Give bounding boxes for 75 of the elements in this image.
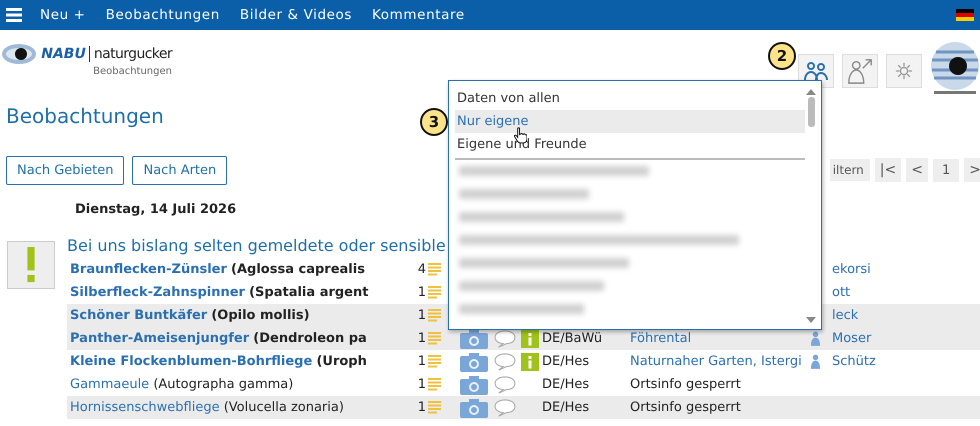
region-text: DE/BaWü bbox=[542, 331, 602, 346]
count-text: 1 bbox=[416, 331, 426, 346]
nav-link[interactable]: Beobachtungen bbox=[106, 7, 220, 23]
count-text: 4 bbox=[416, 262, 426, 277]
species-name[interactable]: Panther-Ameisenjungfer (Dendroleon pa bbox=[70, 331, 404, 346]
date-heading: Dienstag, 14 Juli 2026 bbox=[74, 201, 236, 219]
speech-bubble-icon[interactable] bbox=[494, 352, 516, 370]
species-name[interactable]: Braunflecken-Zünsler (Aglossa caprealis bbox=[70, 262, 404, 277]
observer-link[interactable]: ott bbox=[832, 285, 850, 300]
scroll-up-arrow-icon[interactable] bbox=[806, 89, 816, 95]
brand-name: NABU bbox=[41, 46, 90, 62]
menu-option[interactable]: Nur eigene bbox=[455, 110, 805, 133]
next-page-button[interactable]: > bbox=[964, 158, 980, 182]
filter-button[interactable]: iltern bbox=[830, 159, 870, 181]
info-icon[interactable] bbox=[521, 330, 539, 348]
flag-icon[interactable] bbox=[956, 9, 974, 21]
scroll-down-arrow-icon[interactable] bbox=[806, 317, 816, 323]
species-name[interactable]: Gammaeule (Autographa gamma) bbox=[70, 377, 404, 392]
speech-bubble-icon[interactable] bbox=[494, 330, 516, 348]
count-text: 1 bbox=[416, 285, 426, 300]
camera-icon[interactable] bbox=[460, 328, 488, 348]
first-page-button[interactable]: |< bbox=[874, 158, 902, 182]
location-text: Ortsinfo gesperrt bbox=[630, 377, 741, 392]
share-person-button[interactable] bbox=[842, 54, 878, 88]
region-text: DE/Hes bbox=[542, 400, 590, 415]
observer-link[interactable]: ekorsi bbox=[832, 262, 871, 277]
species-name[interactable]: Kleine Flockenblumen-Bohrfliege (Uroph bbox=[70, 354, 404, 369]
camera-icon[interactable] bbox=[460, 352, 488, 372]
location-link[interactable]: Föhrental bbox=[630, 331, 692, 346]
menu-option[interactable]: Daten von allen bbox=[455, 87, 805, 110]
species-name[interactable]: Schöner Buntkäfer (Opilo mollis) bbox=[70, 308, 404, 323]
list-icon[interactable] bbox=[428, 286, 442, 300]
eye-logo-icon bbox=[1, 42, 38, 66]
nav-link[interactable]: Neu + bbox=[40, 7, 86, 23]
species-name[interactable]: Silberfleck-Zahnspinner (Spatalia argent bbox=[70, 285, 404, 300]
page-title: Beobachtungen bbox=[5, 103, 164, 130]
list-icon[interactable] bbox=[428, 400, 442, 414]
settings-button[interactable] bbox=[886, 54, 922, 88]
list-icon[interactable] bbox=[428, 332, 442, 346]
list-icon[interactable] bbox=[428, 262, 442, 276]
view-button[interactable]: Nach Gebieten bbox=[6, 156, 124, 184]
count-text: 1 bbox=[416, 308, 426, 323]
observer-link[interactable]: Moser bbox=[832, 331, 872, 346]
annotation-badge: 3 bbox=[420, 108, 448, 136]
nav-link[interactable]: Bilder & Videos bbox=[240, 7, 352, 23]
location-link[interactable]: Naturnaher Garten, Istergi bbox=[630, 354, 802, 369]
gear-icon bbox=[895, 62, 913, 80]
count-text: 1 bbox=[416, 377, 426, 392]
product-name: naturgucker bbox=[94, 46, 172, 62]
speech-bubble-icon[interactable] bbox=[494, 398, 516, 416]
exclamation-icon bbox=[7, 241, 55, 289]
list-icon[interactable] bbox=[428, 378, 442, 392]
observer-link[interactable]: Schütz bbox=[832, 354, 876, 369]
scrollbar-thumb[interactable] bbox=[808, 97, 814, 127]
section-heading: Bei uns bislang selten gemeldete oder sensible bbox=[67, 235, 446, 257]
count-text: 1 bbox=[416, 400, 426, 415]
observer-link[interactable]: leck bbox=[832, 308, 858, 323]
logo-subtitle: Beobachtungen bbox=[93, 66, 172, 77]
count-text: 1 bbox=[416, 354, 426, 369]
speech-bubble-icon[interactable] bbox=[494, 376, 516, 394]
region-text: DE/Hes bbox=[542, 377, 590, 392]
view-button[interactable]: Nach Arten bbox=[132, 156, 228, 184]
camera-icon[interactable] bbox=[460, 398, 488, 418]
list-icon[interactable] bbox=[428, 308, 442, 322]
previous-page-button[interactable]: < bbox=[906, 158, 928, 182]
annotation-badge: 2 bbox=[768, 42, 796, 70]
region-text: DE/Hes bbox=[542, 354, 590, 369]
location-text: Ortsinfo gesperrt bbox=[630, 400, 741, 415]
eye-logo-icon[interactable] bbox=[930, 40, 980, 96]
menu-icon[interactable] bbox=[6, 7, 22, 23]
camera-icon[interactable] bbox=[460, 374, 488, 394]
list-icon[interactable] bbox=[428, 354, 442, 368]
species-name[interactable]: Hornissenschwebfliege (Volucella zonaria) bbox=[70, 400, 404, 415]
nav-link[interactable]: Kommentare bbox=[372, 7, 465, 23]
page-number-field[interactable]: 1 bbox=[932, 158, 960, 182]
